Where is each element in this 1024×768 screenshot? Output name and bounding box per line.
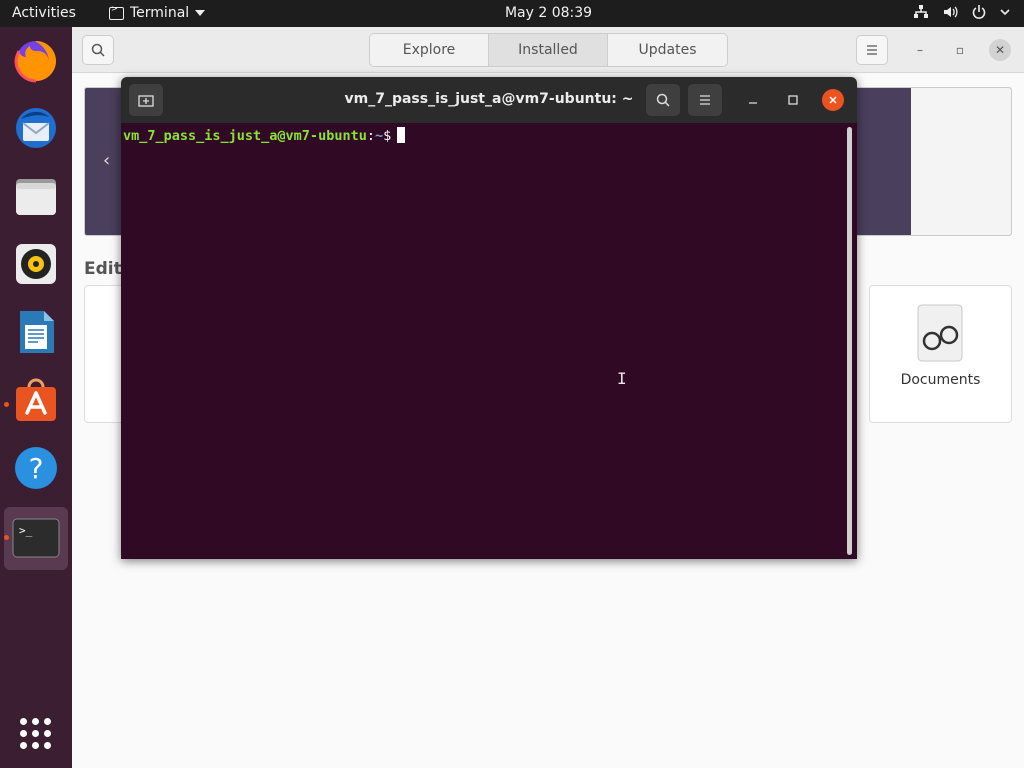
search-icon bbox=[91, 43, 105, 57]
top-bar: Activities Terminal May 2 08:39 bbox=[0, 0, 1024, 27]
writer-icon bbox=[20, 311, 54, 353]
hamburger-icon bbox=[700, 95, 710, 105]
help-icon: ? bbox=[15, 447, 57, 489]
minimize-button[interactable]: – bbox=[909, 39, 931, 61]
system-tray[interactable] bbox=[913, 4, 1010, 24]
dock-item-terminal[interactable]: >_ bbox=[12, 514, 60, 562]
scrollbar[interactable] bbox=[847, 127, 852, 555]
terminal-output[interactable]: vm_7_pass_is_just_a@vm7-ubuntu:~$ I bbox=[121, 123, 857, 559]
prompt-user: vm_7_pass_is_just_a@vm7-ubuntu bbox=[123, 128, 367, 144]
app-card-documents[interactable]: Documents bbox=[869, 285, 1012, 423]
maximize-icon bbox=[788, 95, 798, 105]
minimize-button[interactable] bbox=[742, 89, 764, 111]
dock-item-help[interactable]: ? bbox=[12, 444, 60, 492]
menu-button[interactable] bbox=[856, 35, 888, 65]
network-icon bbox=[913, 4, 929, 24]
svg-text:>_: >_ bbox=[19, 524, 33, 537]
dock-item-firefox[interactable] bbox=[12, 36, 60, 84]
tab-installed[interactable]: Installed bbox=[489, 34, 608, 66]
files-icon bbox=[16, 179, 56, 215]
prompt-colon: : bbox=[366, 128, 375, 144]
prompt-symbol: $ bbox=[383, 128, 392, 144]
banner-artwork bbox=[911, 88, 1011, 235]
minimize-icon bbox=[749, 102, 757, 104]
clock[interactable]: May 2 08:39 bbox=[0, 5, 1024, 21]
software-header: Explore Installed Updates – ▫ ✕ bbox=[72, 27, 1024, 73]
apps-grid-icon[interactable] bbox=[20, 718, 52, 750]
dock-item-libreoffice-writer[interactable] bbox=[12, 308, 60, 356]
close-button[interactable] bbox=[822, 89, 844, 111]
app-card-label: Documents bbox=[900, 372, 981, 388]
running-indicator bbox=[4, 402, 9, 407]
running-indicator bbox=[4, 535, 9, 540]
documents-app-icon bbox=[917, 304, 963, 362]
power-icon bbox=[971, 4, 987, 24]
software-icon bbox=[16, 378, 56, 421]
search-button[interactable] bbox=[82, 35, 114, 65]
maximize-button[interactable] bbox=[782, 89, 804, 111]
dock-item-thunderbird[interactable] bbox=[12, 104, 60, 152]
shell-prompt: vm_7_pass_is_just_a@vm7-ubuntu:~$ bbox=[123, 127, 406, 144]
dock-item-ubuntu-software[interactable] bbox=[12, 376, 60, 424]
firefox-icon bbox=[14, 41, 56, 83]
view-tabs: Explore Installed Updates bbox=[369, 33, 728, 67]
menu-button[interactable] bbox=[688, 84, 722, 116]
dock-item-rhythmbox[interactable] bbox=[12, 240, 60, 288]
volume-icon bbox=[942, 4, 958, 24]
thunderbird-icon bbox=[16, 108, 56, 148]
prompt-path: ~ bbox=[374, 128, 384, 144]
maximize-button[interactable]: ▫ bbox=[949, 39, 971, 61]
tab-explore[interactable]: Explore bbox=[370, 34, 489, 66]
section-heading: Edit bbox=[84, 259, 122, 279]
terminal-headerbar: vm_7_pass_is_just_a@vm7-ubuntu: ~ bbox=[121, 77, 857, 123]
svg-text:?: ? bbox=[29, 452, 44, 485]
hamburger-icon bbox=[867, 45, 877, 55]
search-button[interactable] bbox=[646, 84, 680, 116]
close-icon bbox=[829, 96, 837, 104]
terminal-icon: >_ bbox=[12, 518, 60, 558]
text-cursor bbox=[397, 127, 406, 143]
chevron-left-icon[interactable]: ‹ bbox=[103, 150, 110, 171]
rhythmbox-icon bbox=[16, 244, 56, 284]
dock: ? >_ bbox=[0, 27, 72, 768]
ibeam-cursor-icon: I bbox=[617, 369, 627, 388]
dock-item-files[interactable] bbox=[12, 172, 60, 220]
search-icon bbox=[656, 93, 670, 107]
chevron-down-icon bbox=[1000, 4, 1010, 24]
close-button[interactable]: ✕ bbox=[989, 39, 1011, 61]
tab-updates[interactable]: Updates bbox=[608, 34, 727, 66]
terminal-window: vm_7_pass_is_just_a@vm7-ubuntu: ~ vm_7_p… bbox=[121, 77, 857, 559]
